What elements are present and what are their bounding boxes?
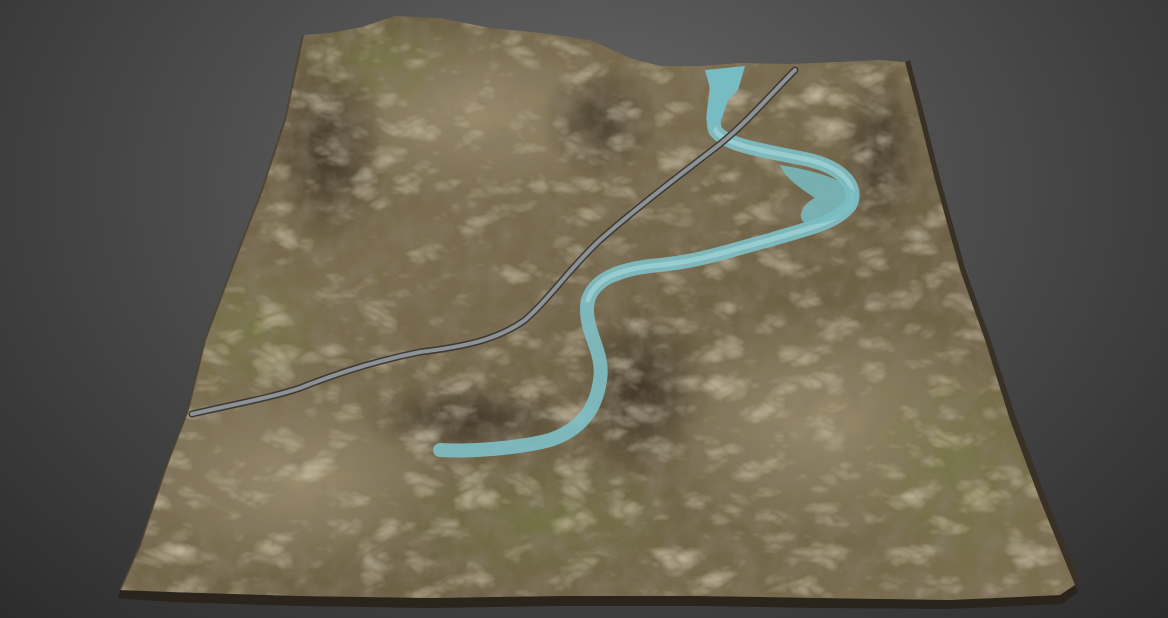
terrain-surface	[120, 16, 1075, 600]
terrain-render	[118, 16, 1080, 609]
3d-viewport[interactable]	[0, 0, 1168, 618]
